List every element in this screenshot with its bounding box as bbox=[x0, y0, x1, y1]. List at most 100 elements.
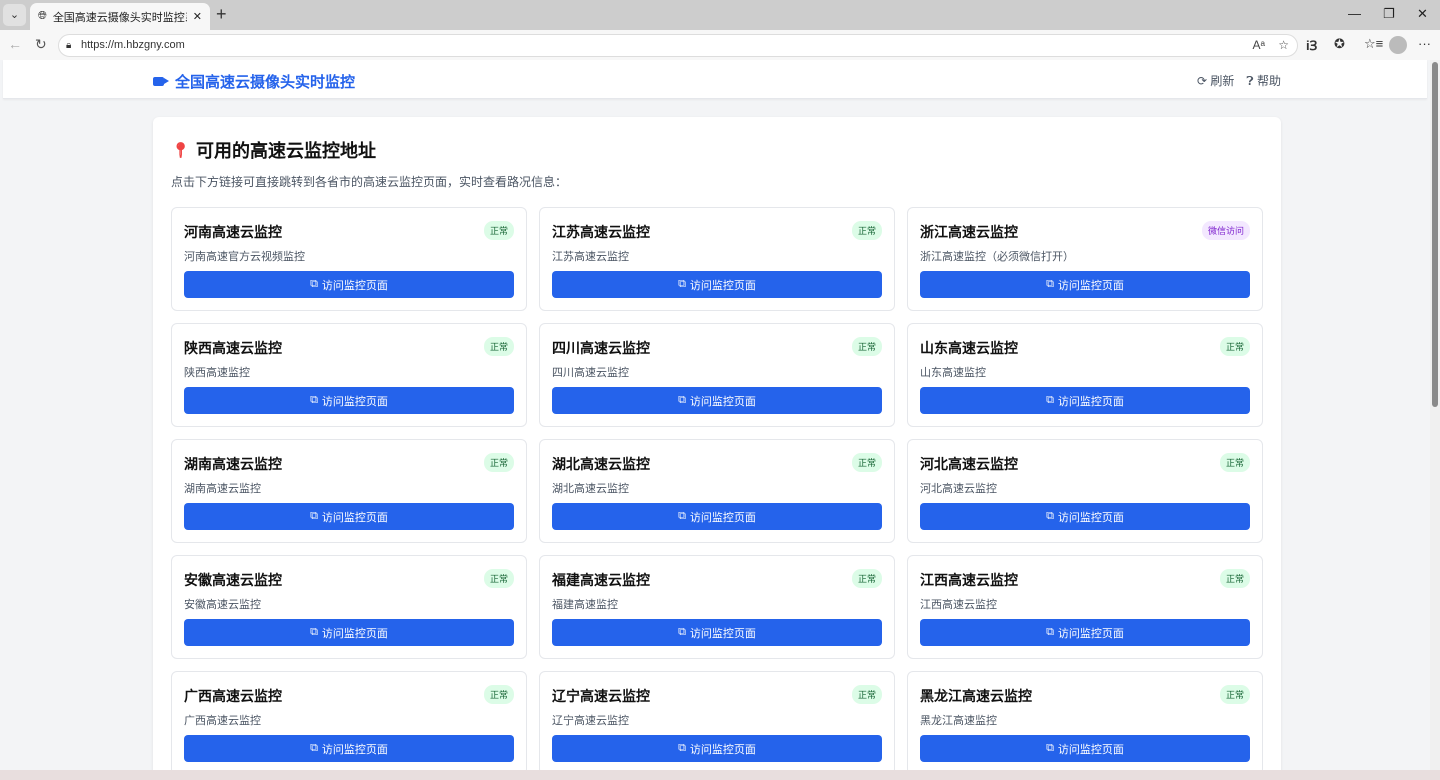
status-badge: 正常 bbox=[1219, 685, 1250, 704]
monitor-card: 湖南高速云监控 正常 湖南高速云监控 ⧉ 访问监控页面 bbox=[171, 439, 527, 543]
refresh-link[interactable]: ⟳ 刷新 bbox=[1197, 72, 1234, 89]
status-badge: 正常 bbox=[1219, 453, 1250, 472]
close-tab-icon[interactable]: ✕ bbox=[193, 10, 202, 23]
card-description: 山东高速监控 bbox=[920, 367, 986, 379]
minimize-button[interactable]: — bbox=[1348, 6, 1361, 21]
url-input[interactable]: 🔒︎ https://m.hbzgny.com Aᵃ ☆ bbox=[58, 34, 1298, 57]
external-link-icon: ⧉ bbox=[678, 626, 686, 638]
card-title: 河南高速云监控 bbox=[184, 224, 282, 240]
logo-text: 全国高速云摄像头实时监控 bbox=[175, 74, 356, 91]
card-title: 辽宁高速云监控 bbox=[552, 688, 650, 704]
refresh-label: 刷新 bbox=[1210, 74, 1235, 88]
visit-monitor-button[interactable]: ⧉ 访问监控页面 bbox=[920, 619, 1250, 646]
back-button[interactable]: ← bbox=[8, 36, 22, 52]
monitor-card-grid: 河南高速云监控 正常 河南高速官方云视频监控 ⧉ 访问监控页面 江苏高速云监控 正常… bbox=[171, 207, 1263, 770]
external-link-icon: ⧉ bbox=[678, 510, 686, 522]
external-link-icon: ⧉ bbox=[1046, 278, 1054, 290]
favorite-star-icon[interactable]: ☆ bbox=[1278, 35, 1289, 56]
external-link-icon: ⧉ bbox=[678, 394, 686, 406]
monitor-card: 河北高速云监控 正常 河北高速云监控 ⧉ 访问监控页面 bbox=[907, 439, 1263, 543]
visit-monitor-button[interactable]: ⧉ 访问监控页面 bbox=[184, 271, 514, 298]
card-title: 湖北高速云监控 bbox=[552, 456, 650, 472]
profile-avatar[interactable] bbox=[1389, 36, 1407, 54]
card-title: 黑龙江高速云监控 bbox=[920, 688, 1032, 704]
button-label: 访问监控页面 bbox=[689, 743, 756, 756]
card-title: 四川高速云监控 bbox=[552, 340, 650, 356]
button-label: 访问监控页面 bbox=[689, 627, 756, 640]
monitor-card: 安徽高速云监控 正常 安徽高速云监控 ⧉ 访问监控页面 bbox=[171, 555, 527, 659]
browser-tab[interactable]: 🌐︎ 全国高速云摄像头实时监控系统 ✕ bbox=[30, 3, 210, 30]
question-circle-icon: ❓︎ bbox=[1246, 74, 1254, 88]
card-description: 安徽高速云监控 bbox=[184, 599, 261, 611]
scrollbar-thumb[interactable] bbox=[1432, 62, 1438, 407]
visit-monitor-button[interactable]: ⧉ 访问监控页面 bbox=[552, 503, 882, 530]
visit-monitor-button[interactable]: ⧉ 访问监控页面 bbox=[552, 619, 882, 646]
card-description: 辽宁高速云监控 bbox=[552, 715, 629, 727]
button-label: 访问监控页面 bbox=[321, 511, 388, 524]
new-tab-button[interactable]: + bbox=[216, 4, 227, 25]
help-link[interactable]: ❓︎ 帮助 bbox=[1246, 72, 1281, 89]
button-label: 访问监控页面 bbox=[689, 279, 756, 292]
visit-monitor-button[interactable]: ⧉ 访问监控页面 bbox=[920, 271, 1250, 298]
external-link-icon: ⧉ bbox=[310, 278, 318, 290]
card-description: 陕西高速监控 bbox=[184, 367, 250, 379]
card-title: 山东高速云监控 bbox=[920, 340, 1018, 356]
visit-monitor-button[interactable]: ⧉ 访问监控页面 bbox=[184, 619, 514, 646]
lock-icon: 🔒︎ bbox=[66, 40, 72, 51]
favorites-icon[interactable]: ☆≡ bbox=[1364, 36, 1383, 52]
copilot-icon[interactable]: ✪ bbox=[1334, 36, 1345, 52]
site-header: 全国高速云摄像头实时监控 ⟳ 刷新 ❓︎ 帮助 bbox=[3, 60, 1427, 99]
close-window-button[interactable]: ✕ bbox=[1417, 6, 1428, 22]
button-label: 访问监控页面 bbox=[689, 395, 756, 408]
visit-monitor-button[interactable]: ⧉ 访问监控页面 bbox=[552, 735, 882, 762]
read-aloud-icon[interactable]: Aᵃ bbox=[1253, 35, 1265, 56]
external-link-icon: ⧉ bbox=[1046, 742, 1054, 754]
external-link-icon: ⧉ bbox=[678, 278, 686, 290]
external-link-icon: ⧉ bbox=[310, 742, 318, 754]
external-link-icon: ⧉ bbox=[310, 626, 318, 638]
button-label: 访问监控页面 bbox=[689, 511, 756, 524]
card-title: 福建高速云监控 bbox=[552, 572, 650, 588]
status-badge: 正常 bbox=[851, 453, 882, 472]
button-label: 访问监控页面 bbox=[321, 743, 388, 756]
restore-button[interactable]: ❐ bbox=[1383, 6, 1395, 22]
visit-monitor-button[interactable]: ⧉ 访问监控页面 bbox=[920, 387, 1250, 414]
external-link-icon: ⧉ bbox=[310, 394, 318, 406]
visit-monitor-button[interactable]: ⧉ 访问监控页面 bbox=[552, 271, 882, 298]
monitor-card: 广西高速云监控 正常 广西高速云监控 ⧉ 访问监控页面 bbox=[171, 671, 527, 770]
card-description: 江苏高速云监控 bbox=[552, 251, 629, 263]
status-badge: 正常 bbox=[483, 569, 514, 588]
button-label: 访问监控页面 bbox=[321, 627, 388, 640]
section-description: 点击下方链接可直接跳转到各省市的高速云监控页面，实时查看路况信息： bbox=[171, 175, 568, 189]
external-link-icon: ⧉ bbox=[1046, 510, 1054, 522]
tab-title: 全国高速云摄像头实时监控系统 bbox=[52, 11, 187, 24]
card-description: 四川高速云监控 bbox=[552, 367, 629, 379]
scrollbar[interactable] bbox=[1430, 60, 1440, 770]
monitor-card: 江苏高速云监控 正常 江苏高速云监控 ⧉ 访问监控页面 bbox=[539, 207, 895, 311]
address-bar-row: ← ↻ 🔒︎ https://m.hbzgny.com Aᵃ ☆ bbox=[0, 30, 1440, 60]
reload-button[interactable]: ↻ bbox=[35, 36, 47, 53]
visit-monitor-button[interactable]: ⧉ 访问监控页面 bbox=[920, 503, 1250, 530]
site-logo[interactable]: 全国高速云摄像头实时监控 bbox=[153, 71, 355, 92]
monitor-card: 河南高速云监控 正常 河南高速官方云视频监控 ⧉ 访问监控页面 bbox=[171, 207, 527, 311]
visit-monitor-button[interactable]: ⧉ 访问监控页面 bbox=[184, 503, 514, 530]
visit-monitor-button[interactable]: ⧉ 访问监控页面 bbox=[184, 735, 514, 762]
visit-monitor-button[interactable]: ⧉ 访问监控页面 bbox=[184, 387, 514, 414]
button-label: 访问监控页面 bbox=[321, 395, 388, 408]
status-badge: 正常 bbox=[851, 221, 882, 240]
more-menu-icon[interactable]: ··· bbox=[1418, 36, 1431, 51]
button-label: 访问监控页面 bbox=[1057, 743, 1124, 756]
status-badge: 正常 bbox=[483, 453, 514, 472]
visit-monitor-button[interactable]: ⧉ 访问监控页面 bbox=[920, 735, 1250, 762]
map-marker-icon: 📍︎ bbox=[171, 142, 191, 159]
visit-monitor-button[interactable]: ⧉ 访问监控页面 bbox=[552, 387, 882, 414]
section-title: 可用的高速云监控地址 bbox=[196, 141, 377, 161]
extension-icon[interactable]: iꞫ bbox=[1306, 36, 1317, 54]
video-camera-icon bbox=[153, 77, 169, 86]
refresh-icon: ⟳ bbox=[1197, 74, 1208, 88]
external-link-icon: ⧉ bbox=[1046, 394, 1054, 406]
card-description: 湖北高速云监控 bbox=[552, 483, 629, 495]
card-description: 河南高速官方云视频监控 bbox=[184, 251, 305, 263]
tab-actions-menu[interactable]: ⌄ bbox=[3, 4, 26, 26]
button-label: 访问监控页面 bbox=[1057, 395, 1124, 408]
